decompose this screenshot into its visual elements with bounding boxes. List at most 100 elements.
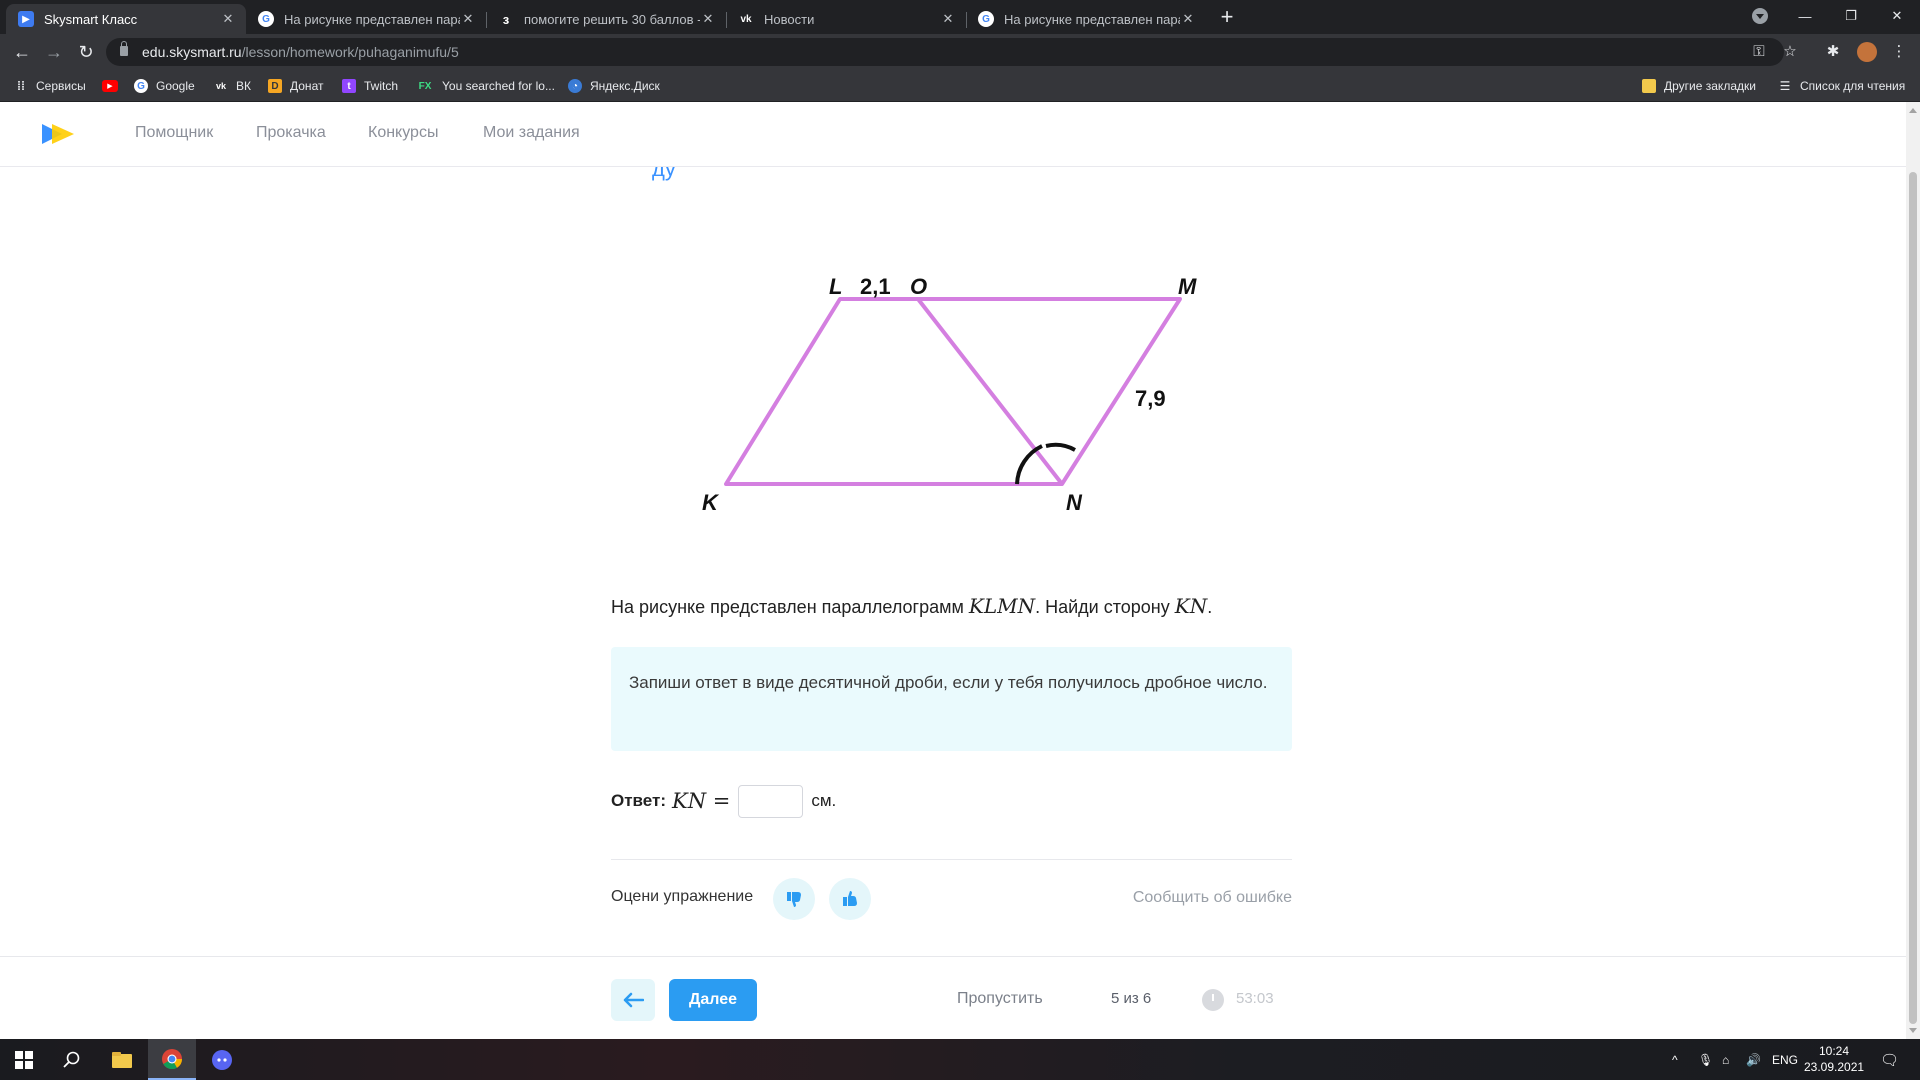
nav-training[interactable]: Прокачка xyxy=(256,124,326,142)
address-bar[interactable]: edu.skysmart.ru/lesson/homework/puhagani… xyxy=(106,38,1797,66)
bookmark-vk[interactable]: vk ВК xyxy=(214,70,251,102)
tab-znanija[interactable]: з помогите решить 30 баллов - Ш ✕ xyxy=(486,4,727,34)
thumbs-down-icon xyxy=(787,892,801,907)
footer-bar: Далее Пропустить 5 из 6 53:03 xyxy=(0,956,1906,1039)
volume-icon[interactable]: 🔊 xyxy=(1746,1039,1761,1080)
donat-icon: D xyxy=(268,79,282,93)
back-arrow-icon[interactable]: ← xyxy=(10,40,34,64)
skysmart-logo-icon[interactable] xyxy=(40,122,76,146)
google-icon: G xyxy=(134,79,148,93)
nav-my-tasks[interactable]: Мои задания xyxy=(483,124,580,142)
question-shape-name: KLMN xyxy=(968,594,1036,618)
vertex-label-m: M xyxy=(1178,274,1197,299)
dislike-button[interactable] xyxy=(773,878,815,920)
site-header: Помощник Прокачка Конкурсы Мои задания xyxy=(0,102,1906,167)
close-window-icon[interactable]: ✕ xyxy=(1874,0,1920,32)
tab-google-search-1[interactable]: G На рисунке представлен парал… ✕ xyxy=(246,4,487,34)
bookmark-label: You searched for lo... xyxy=(442,79,555,93)
scroll-up-icon[interactable] xyxy=(1909,108,1917,113)
page-scrollbar[interactable] xyxy=(1906,102,1920,1039)
next-button[interactable]: Далее xyxy=(669,979,757,1021)
parallelogram-figure: L 2,1 O M 7,9 K N xyxy=(690,214,1230,534)
twitch-icon: t xyxy=(342,79,356,93)
rate-row: Оцени упражнение Сообщить об ошибке xyxy=(611,878,1292,920)
close-tab-icon[interactable]: ✕ xyxy=(1180,11,1196,27)
question-end: . xyxy=(1207,597,1213,617)
menu-kebab-icon[interactable]: ⋮ xyxy=(1890,43,1908,61)
restore-icon[interactable]: ❐ xyxy=(1828,0,1874,32)
profile-avatar[interactable] xyxy=(1857,42,1877,62)
bookmark-label: ВК xyxy=(236,79,251,93)
chrome-taskbar-button[interactable] xyxy=(148,1039,196,1080)
show-hidden-icons[interactable]: ^ xyxy=(1672,1039,1678,1080)
key-icon[interactable]: ⚿ xyxy=(1750,43,1768,61)
notifications-icon[interactable]: 🗨 xyxy=(1880,1039,1899,1080)
yandex-disk-icon: ◔ xyxy=(568,79,582,93)
tab-title: Новости xyxy=(764,11,815,27)
url-text: edu.skysmart.ru/lesson/homework/puhagani… xyxy=(142,44,459,60)
new-tab-button[interactable]: + xyxy=(1214,4,1240,30)
bookmark-fx[interactable]: FX You searched for lo... xyxy=(416,70,555,102)
question-side-name: KN xyxy=(1174,594,1208,618)
report-error-link[interactable]: Сообщить об ошибке xyxy=(1133,889,1292,907)
system-clock[interactable]: 10:24 23.09.2021 xyxy=(1804,1043,1864,1075)
bookmark-label: Google xyxy=(156,79,195,93)
file-explorer-button[interactable] xyxy=(98,1039,146,1080)
scroll-down-icon[interactable] xyxy=(1909,1028,1917,1033)
bookmark-twitch[interactable]: t Twitch xyxy=(342,70,398,102)
bookmark-label: Донат xyxy=(290,79,324,93)
arrow-left-icon xyxy=(623,992,644,1008)
search-button[interactable] xyxy=(48,1039,96,1080)
close-tab-icon[interactable]: ✕ xyxy=(460,11,476,27)
reload-icon[interactable]: ↻ xyxy=(74,40,98,64)
tab-google-search-2[interactable]: G На рисунке представлен парал… ✕ xyxy=(966,4,1206,34)
google-favicon-icon: G xyxy=(258,11,274,27)
nav-contests[interactable]: Конкурсы xyxy=(368,124,438,142)
divider xyxy=(611,859,1292,860)
vertex-label-n: N xyxy=(1066,490,1083,515)
thumbs-up-icon xyxy=(843,891,857,906)
minimize-icon[interactable]: — xyxy=(1782,0,1828,32)
google-favicon-icon: G xyxy=(978,11,994,27)
microphone-icon[interactable]: 🎙 xyxy=(1698,1039,1713,1080)
close-tab-icon[interactable]: ✕ xyxy=(700,11,716,27)
fx-icon: FX xyxy=(418,80,432,92)
bookmark-google[interactable]: G Google xyxy=(134,70,195,102)
windows-logo-icon xyxy=(15,1050,33,1069)
star-icon[interactable]: ☆ xyxy=(1781,43,1799,61)
tab-skysmart[interactable]: ▶ Skysmart Класс ✕ xyxy=(6,4,246,34)
clock-date: 23.09.2021 xyxy=(1804,1060,1865,1074)
nav-helper[interactable]: Помощник xyxy=(135,124,213,142)
answer-label: Ответ: xyxy=(611,791,666,810)
network-icon[interactable]: ⌂ xyxy=(1722,1039,1729,1080)
like-button[interactable] xyxy=(829,878,871,920)
skip-button[interactable]: Пропустить xyxy=(957,990,1043,1008)
bookmark-yandex-disk[interactable]: ◔ Яндекс.Диск xyxy=(568,70,660,102)
previous-button[interactable] xyxy=(611,979,655,1021)
discord-taskbar-button[interactable] xyxy=(198,1039,246,1080)
bookmark-services[interactable]: ⁞⁞ Сервисы xyxy=(14,70,86,102)
tab-search-icon[interactable] xyxy=(1752,8,1768,24)
timer: 53:03 xyxy=(1236,990,1274,1007)
scrollbar-thumb[interactable] xyxy=(1909,172,1917,1024)
length-label-mn: 7,9 xyxy=(1135,386,1166,411)
angle-arc-inner xyxy=(1045,442,1076,452)
other-bookmarks[interactable]: Другие закладки xyxy=(1642,70,1756,102)
answer-input[interactable] xyxy=(738,784,804,818)
bookmark-youtube[interactable]: ▶ xyxy=(102,70,126,102)
browser-tab-strip: ▶ Skysmart Класс ✕ G На рисунке представ… xyxy=(0,0,1920,34)
extensions-puzzle-icon[interactable]: ✱ xyxy=(1824,43,1842,61)
close-tab-icon[interactable]: ✕ xyxy=(940,11,956,27)
tab-news[interactable]: vk Новости ✕ xyxy=(726,4,967,34)
skysmart-favicon-icon: ▶ xyxy=(18,11,34,27)
bookmark-donat[interactable]: D Донат xyxy=(268,70,323,102)
bookmark-label: Другие закладки xyxy=(1664,79,1756,93)
browser-toolbar: ← → ↻ edu.skysmart.ru/lesson/homework/pu… xyxy=(0,34,1920,70)
bookmarks-bar: ⁞⁞ Сервисы ▶ G Google vk ВК D Донат t Tw… xyxy=(0,70,1920,102)
parallelogram-shape xyxy=(724,297,1182,486)
start-button[interactable] xyxy=(0,1039,48,1080)
input-language[interactable]: ENG xyxy=(1772,1039,1798,1080)
forward-arrow-icon[interactable]: → xyxy=(42,40,66,64)
close-tab-icon[interactable]: ✕ xyxy=(220,11,236,27)
reading-list[interactable]: ☰ Список для чтения xyxy=(1778,70,1906,102)
